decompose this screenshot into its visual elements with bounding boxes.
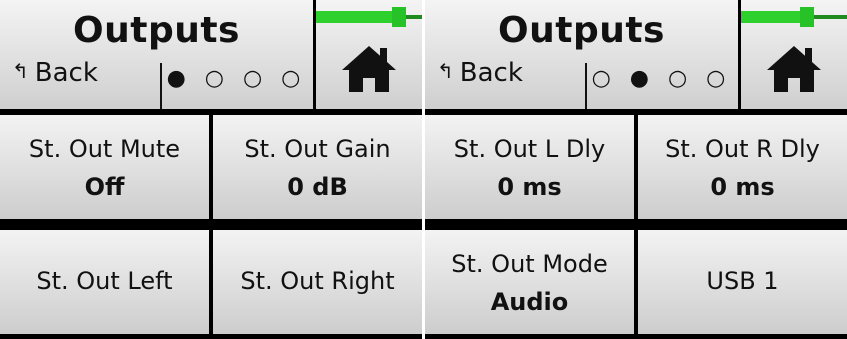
level-meter-fill	[741, 11, 807, 23]
home-button[interactable]	[741, 0, 847, 109]
header-panel: Outputs ↰ Back ○ ● ○ ○	[425, 0, 738, 109]
level-meter	[741, 7, 847, 27]
cell-label: St. Out R Dly	[665, 135, 820, 163]
cell-value: 0 ms	[497, 173, 562, 201]
level-meter-knob	[391, 7, 406, 27]
page-title: Outputs	[73, 10, 240, 51]
back-label: Back	[459, 58, 523, 88]
usb-1-button[interactable]: USB 1	[638, 230, 847, 334]
cell-value: Off	[84, 173, 125, 201]
cell-label: St. Out Left	[36, 267, 173, 295]
st-out-left-button[interactable]: St. Out Left	[0, 230, 209, 334]
st-out-right-button[interactable]: St. Out Right	[213, 230, 422, 334]
home-icon	[342, 46, 396, 92]
cell-label: USB 1	[706, 267, 779, 295]
cell-label: St. Out Mode	[451, 250, 608, 278]
back-label: Back	[34, 58, 98, 88]
level-meter-knob	[799, 7, 814, 27]
return-arrow-icon: ↰	[437, 59, 454, 83]
st-out-mode-button[interactable]: St. Out Mode Audio	[425, 230, 634, 334]
page-title: Outputs	[498, 10, 665, 51]
cell-value: 0 dB	[287, 173, 348, 201]
header-panel: Outputs ↰ Back ● ○ ○ ○	[0, 0, 313, 109]
page-indicator[interactable]: ○ ● ○ ○	[585, 66, 738, 91]
device-screen-page-1: Outputs ↰ Back ● ○ ○ ○ St. Out Mute Off S…	[0, 0, 422, 339]
cell-value: 0 ms	[710, 173, 775, 201]
st-out-r-dly-button[interactable]: St. Out R Dly 0 ms	[638, 115, 847, 219]
cell-label: St. Out Right	[240, 267, 395, 295]
cell-value: Audio	[490, 288, 569, 316]
home-icon	[767, 46, 821, 92]
cell-label: St. Out Mute	[28, 135, 181, 163]
st-out-l-dly-button[interactable]: St. Out L Dly 0 ms	[425, 115, 634, 219]
home-button[interactable]	[316, 0, 422, 109]
back-button[interactable]: ↰ Back	[12, 58, 98, 88]
st-out-gain-button[interactable]: St. Out Gain 0 dB	[213, 115, 422, 219]
cell-label: St. Out Gain	[244, 135, 391, 163]
page-indicator[interactable]: ● ○ ○ ○	[160, 66, 313, 91]
level-meter	[316, 7, 422, 27]
device-screen-page-2: Outputs ↰ Back ○ ● ○ ○ St. Out L Dly 0 ms…	[425, 0, 847, 339]
level-meter-fill	[316, 11, 399, 23]
cell-label: St. Out L Dly	[453, 135, 606, 163]
return-arrow-icon: ↰	[12, 59, 29, 83]
st-out-mute-button[interactable]: St. Out Mute Off	[0, 115, 209, 219]
back-button[interactable]: ↰ Back	[437, 58, 523, 88]
